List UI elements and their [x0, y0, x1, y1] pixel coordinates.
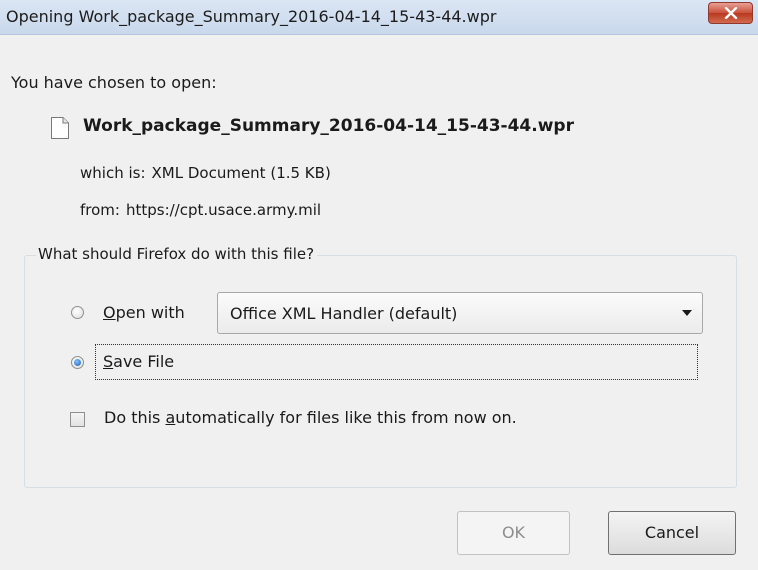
auto-label-rest: utomatically for files like this from no… [175, 408, 517, 427]
handler-select-value: Office XML Handler (default) [230, 304, 458, 323]
title-bar[interactable]: Opening Work_package_Summary_2016-04-14_… [0, 0, 758, 35]
close-icon [724, 7, 738, 19]
document-icon [51, 117, 69, 139]
open-with-accel: O [103, 303, 116, 322]
download-dialog: Opening Work_package_Summary_2016-04-14_… [0, 0, 758, 570]
save-file-focus-ring [95, 344, 698, 380]
open-with-label-rest: pen with [115, 303, 185, 322]
auto-accel: a [165, 408, 176, 427]
handler-select[interactable]: Office XML Handler (default) [217, 292, 703, 334]
file-source-row: from: https://cpt.usace.army.mil [80, 201, 321, 219]
auto-label-before: Do this [104, 408, 166, 427]
save-file-label[interactable]: Save File [103, 352, 174, 371]
cancel-button[interactable]: Cancel [608, 511, 736, 555]
ok-button[interactable]: OK [457, 511, 570, 555]
file-source-label: from: [80, 201, 120, 219]
file-type-value: XML Document (1.5 KB) [151, 164, 331, 182]
auto-checkbox[interactable] [70, 412, 85, 427]
auto-checkbox-label[interactable]: Do this automatically for files like thi… [104, 408, 517, 427]
open-with-radio[interactable] [71, 306, 84, 319]
window-title: Opening Work_package_Summary_2016-04-14_… [6, 7, 497, 26]
file-type-row: which is: XML Document (1.5 KB) [80, 164, 331, 182]
file-type-label: which is: [80, 164, 146, 182]
open-with-label[interactable]: Open with [103, 303, 185, 322]
file-name: Work_package_Summary_2016-04-14_15-43-44… [83, 116, 574, 136]
save-file-label-rest: ave File [113, 352, 175, 371]
close-button[interactable] [708, 2, 753, 24]
save-file-radio[interactable] [71, 356, 84, 369]
file-source-value: https://cpt.usace.army.mil [125, 201, 322, 219]
action-group-legend: What should Firefox do with this file? [36, 245, 318, 263]
intro-text: You have chosen to open: [11, 73, 217, 92]
save-file-accel: S [103, 352, 114, 371]
chevron-down-icon [682, 310, 692, 316]
